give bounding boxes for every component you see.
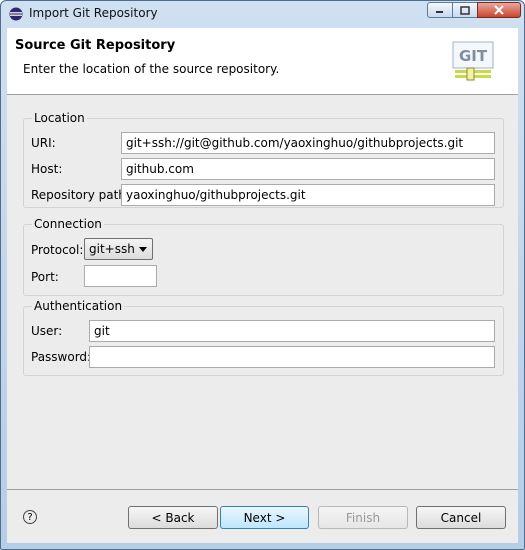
page-description: Enter the location of the source reposit… [23,62,280,76]
next-button[interactable]: Next > [220,506,309,529]
minimize-button[interactable] [427,2,453,18]
connection-group-label: Connection [32,217,104,231]
help-icon[interactable]: ? [23,510,37,524]
back-button[interactable]: < Back [128,506,218,529]
git-logo-text: GIT [459,47,488,65]
port-input[interactable] [84,265,157,287]
uri-label: URI: [31,136,56,150]
authentication-group-label: Authentication [32,299,125,313]
cancel-button[interactable]: Cancel [416,506,506,529]
repository-path-input[interactable]: yaoxinghuo/githubprojects.git [121,184,495,206]
port-label: Port: [31,270,59,284]
host-input[interactable]: github.com [121,158,495,180]
dialog-window: Import Git Repository Source Git Reposit… [0,0,525,550]
close-button[interactable] [477,2,521,18]
window-title: Import Git Repository [29,6,158,20]
git-logo-icon: GIT [452,41,494,81]
host-label: Host: [31,162,63,176]
title-bar[interactable]: Import Git Repository [1,1,524,28]
maximize-button[interactable] [452,2,478,18]
protocol-label: Protocol: [31,243,84,257]
protocol-select-value: git+ssh [89,242,135,256]
chevron-down-icon [139,247,147,252]
uri-input[interactable]: git+ssh://git@github.com/yaoxinghuo/gith… [121,132,495,154]
repository-path-label: Repository path: [31,188,130,202]
protocol-select[interactable]: git+ssh [84,238,153,260]
user-label: User: [31,324,63,338]
dialog-client-area: Source Git Repository Enter the location… [7,28,518,543]
user-input[interactable]: git [89,320,495,342]
finish-button[interactable]: Finish [318,506,408,529]
page-title: Source Git Repository [15,38,176,53]
eclipse-icon [9,7,23,21]
wizard-header: Source Git Repository Enter the location… [7,28,518,95]
password-label: Password: [31,350,92,364]
close-icon [494,5,504,15]
footer-divider [7,489,518,490]
location-group-label: Location [32,111,87,125]
maximize-icon [460,5,470,15]
password-input[interactable] [89,346,495,368]
minimize-icon [436,11,443,13]
